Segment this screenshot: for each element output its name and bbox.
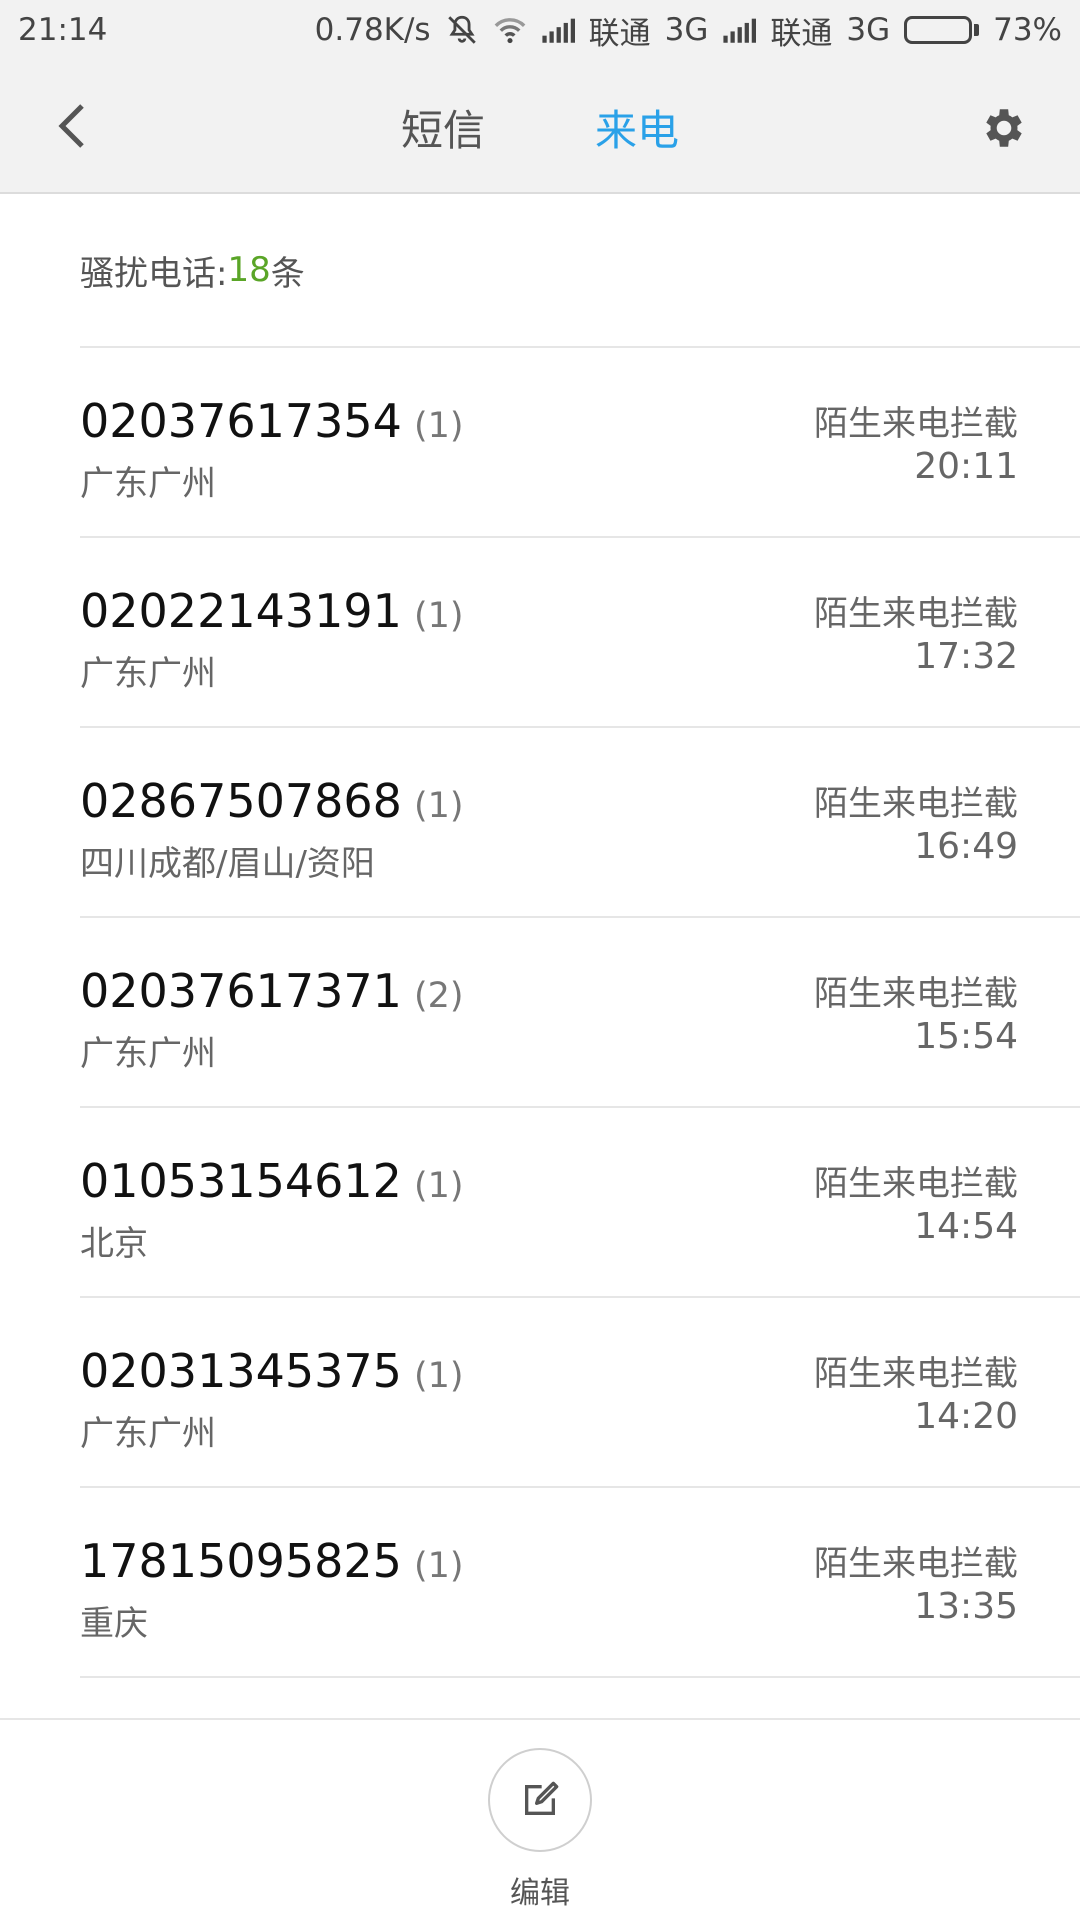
call-location: 重庆 bbox=[80, 1604, 148, 1644]
battery-icon bbox=[904, 16, 980, 44]
settings-button[interactable] bbox=[976, 100, 1032, 156]
call-number: 02037617371 bbox=[80, 964, 402, 1018]
header: 短信 来电 bbox=[0, 60, 1080, 194]
list-item[interactable]: 02037617354 (1) 广东广州 陌生来电拦截 20:11 bbox=[80, 348, 1080, 538]
block-reason: 陌生来电拦截 bbox=[814, 404, 1018, 444]
block-reason: 陌生来电拦截 bbox=[814, 1544, 1018, 1584]
call-time: 16:49 bbox=[914, 826, 1018, 867]
bottom-action-bar: 编辑 bbox=[0, 1718, 1080, 1920]
list-item[interactable]: 02031345375 (1) 广东广州 陌生来电拦截 14:20 bbox=[80, 1298, 1080, 1488]
summary-prefix: 骚扰电话: bbox=[80, 253, 228, 294]
call-location: 广东广州 bbox=[80, 654, 216, 694]
block-reason: 陌生来电拦截 bbox=[814, 594, 1018, 634]
network-type-2: 3G bbox=[846, 12, 891, 48]
call-time: 14:20 bbox=[914, 1396, 1018, 1437]
status-right: 0.78K/s 联通 3G 联通 3G 73% bbox=[315, 8, 1062, 53]
harassment-summary: 骚扰电话: 18 条 bbox=[80, 194, 1080, 348]
call-number: 02037617354 bbox=[80, 394, 402, 448]
tab-bar: 短信 来电 bbox=[0, 60, 1080, 194]
edit-icon bbox=[525, 1781, 559, 1815]
wifi-icon bbox=[493, 15, 527, 45]
silent-icon bbox=[445, 13, 479, 47]
call-location: 广东广州 bbox=[80, 1414, 216, 1454]
call-time: 14:54 bbox=[914, 1206, 1018, 1247]
gear-icon bbox=[986, 109, 1022, 147]
network-type-1: 3G bbox=[664, 12, 709, 48]
call-location: 四川成都/眉山/资阳 bbox=[80, 844, 375, 884]
call-count: (1) bbox=[413, 1166, 464, 1206]
status-time: 21:14 bbox=[18, 12, 108, 48]
call-count: (1) bbox=[413, 406, 464, 446]
battery-percent: 73% bbox=[993, 12, 1062, 48]
edit-button[interactable] bbox=[488, 1748, 592, 1852]
summary-suffix: 条 bbox=[270, 253, 305, 294]
call-time: 17:32 bbox=[914, 636, 1018, 677]
call-count: (2) bbox=[413, 976, 464, 1016]
signal-icon bbox=[722, 17, 757, 43]
block-reason: 陌生来电拦截 bbox=[814, 784, 1018, 824]
tab-sms[interactable]: 短信 bbox=[401, 97, 485, 158]
block-reason: 陌生来电拦截 bbox=[814, 1164, 1018, 1204]
call-number: 02022143191 bbox=[80, 584, 402, 638]
carrier-1: 联通 bbox=[588, 15, 651, 52]
call-time: 15:54 bbox=[914, 1016, 1018, 1057]
blocked-call-list: 02037617354 (1) 广东广州 陌生来电拦截 20:11 0202214… bbox=[80, 348, 1080, 1678]
call-count: (1) bbox=[413, 1546, 464, 1586]
call-number: 02867507868 bbox=[80, 774, 402, 828]
list-item[interactable]: 02867507868 (1) 四川成都/眉山/资阳 陌生来电拦截 16:49 bbox=[80, 728, 1080, 918]
list-item[interactable]: 02022143191 (1) 广东广州 陌生来电拦截 17:32 bbox=[80, 538, 1080, 728]
signal-icon bbox=[541, 17, 575, 43]
call-number: 02031345375 bbox=[80, 1344, 402, 1398]
summary-count: 18 bbox=[227, 250, 271, 290]
call-time: 20:11 bbox=[914, 446, 1018, 487]
list-item[interactable]: 17815095825 (1) 重庆 陌生来电拦截 13:35 bbox=[80, 1488, 1080, 1678]
call-time: 13:35 bbox=[914, 1586, 1018, 1627]
block-reason: 陌生来电拦截 bbox=[814, 974, 1018, 1014]
call-count: (1) bbox=[413, 596, 464, 636]
call-location: 广东广州 bbox=[80, 1034, 216, 1074]
block-reason: 陌生来电拦截 bbox=[814, 1354, 1018, 1394]
list-item[interactable]: 01053154612 (1) 北京 陌生来电拦截 14:54 bbox=[80, 1108, 1080, 1298]
call-number: 01053154612 bbox=[80, 1154, 402, 1208]
network-speed: 0.78K/s bbox=[314, 12, 431, 48]
tab-calls[interactable]: 来电 bbox=[595, 97, 679, 158]
status-bar: 21:14 0.78K/s 联通 3G 联通 3G 73% bbox=[0, 0, 1080, 60]
list-item[interactable]: 02037617371 (2) 广东广州 陌生来电拦截 15:54 bbox=[80, 918, 1080, 1108]
call-number: 17815095825 bbox=[80, 1534, 402, 1588]
call-count: (1) bbox=[413, 1356, 464, 1396]
call-location: 广东广州 bbox=[80, 464, 216, 504]
call-location: 北京 bbox=[80, 1224, 148, 1264]
call-count: (1) bbox=[413, 786, 464, 826]
edit-label: 编辑 bbox=[510, 1876, 570, 1911]
carrier-2: 联通 bbox=[770, 15, 833, 52]
